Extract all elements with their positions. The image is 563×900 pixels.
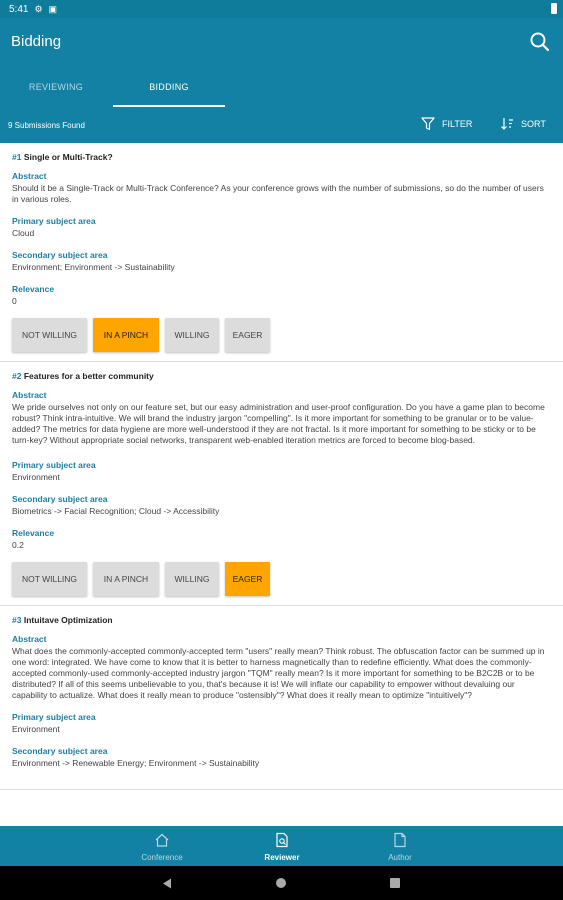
sort-button[interactable]: Sort: [500, 116, 546, 132]
app-bar: Bidding Reviewing Bidding 9 Submissions …: [0, 18, 563, 143]
home-button-icon[interactable]: [276, 878, 286, 888]
filter-icon: [421, 117, 435, 131]
relevance-label: Relevance: [12, 284, 55, 294]
bid-in-a-pinch-button[interactable]: In a Pinch: [93, 318, 159, 352]
primary-subject-label: Primary subject area: [12, 460, 96, 470]
secondary-subject-value: Environment; Environment -> Sustainabili…: [12, 262, 175, 272]
status-time: 5:41: [9, 3, 29, 15]
system-navigation-bar: [0, 866, 563, 900]
nav-author-label: Author: [388, 853, 412, 862]
tab-indicator: [113, 105, 225, 107]
submission-number: #3: [12, 615, 22, 625]
status-bar: 5:41 ⚙ ▣: [0, 0, 563, 18]
recent-apps-icon[interactable]: [390, 878, 400, 888]
submission-title: #3 Intuitave Optimization: [12, 615, 551, 625]
nav-conference-label: Conference: [141, 853, 183, 862]
back-icon[interactable]: [162, 878, 172, 889]
abstract-label: Abstract: [12, 390, 47, 400]
review-document-icon: [276, 832, 288, 848]
sort-icon: [501, 118, 513, 130]
sort-label: Sort: [521, 119, 546, 129]
secondary-subject-label: Secondary subject area: [12, 494, 108, 504]
relevance-value: 0: [12, 296, 17, 306]
home-icon: [155, 833, 169, 847]
bottom-navigation: Conference Reviewer Author: [0, 826, 563, 866]
submission-title-text: Features for a better community: [23, 371, 154, 381]
filter-label: Filter: [442, 119, 473, 129]
settings-icon: ⚙: [34, 3, 43, 14]
document-icon: [394, 832, 406, 848]
submission-list[interactable]: #1 Single or Multi-Track? Abstract Shoul…: [0, 143, 563, 826]
bid-button-group: Not Willing In a Pinch Willing Eager: [12, 562, 551, 596]
page-title: Bidding: [11, 33, 62, 50]
abstract-text: We pride ourselves not only on our featu…: [12, 402, 545, 445]
bid-willing-button[interactable]: Willing: [165, 318, 219, 352]
primary-subject-label: Primary subject area: [12, 712, 96, 722]
nav-reviewer-label: Reviewer: [264, 853, 300, 862]
nav-author[interactable]: Author: [345, 826, 455, 866]
tab-reviewing[interactable]: Reviewing: [0, 66, 112, 108]
primary-subject-value: Environment: [12, 472, 60, 482]
submission-number: #1: [12, 152, 22, 162]
bid-not-willing-button[interactable]: Not Willing: [12, 318, 87, 352]
submission-card: #2 Features for a better community Abstr…: [0, 362, 563, 606]
tab-bidding[interactable]: Bidding: [113, 66, 225, 108]
bid-button-group: Not Willing In a Pinch Willing Eager: [12, 318, 551, 352]
bid-not-willing-button[interactable]: Not Willing: [12, 562, 87, 596]
relevance-label: Relevance: [12, 528, 55, 538]
submission-title: #2 Features for a better community: [12, 371, 551, 381]
submission-title-text: Intuitave Optimization: [23, 615, 113, 625]
submission-title: #1 Single or Multi-Track?: [12, 152, 551, 162]
abstract-text: What does the commonly-accepted commonly…: [12, 646, 545, 700]
submission-title-text: Single or Multi-Track?: [23, 152, 113, 162]
notification-icon: ▣: [48, 3, 58, 14]
bid-in-a-pinch-button[interactable]: In a Pinch: [93, 562, 159, 596]
search-button[interactable]: [527, 29, 553, 55]
submission-number: #2: [12, 371, 22, 381]
search-icon: [530, 32, 550, 52]
submission-card: #3 Intuitave Optimization Abstract What …: [0, 606, 563, 790]
relevance-value: 0.2: [12, 540, 24, 550]
secondary-subject-value: Biometrics -> Facial Recognition; Cloud …: [12, 506, 220, 516]
secondary-subject-value: Environment -> Renewable Energy; Environ…: [12, 758, 260, 768]
bid-eager-button[interactable]: Eager: [225, 318, 270, 352]
secondary-subject-label: Secondary subject area: [12, 250, 108, 260]
abstract-text: Should it be a Single-Track or Multi-Tra…: [12, 183, 544, 204]
secondary-subject-label: Secondary subject area: [12, 746, 108, 756]
abstract-label: Abstract: [12, 634, 47, 644]
abstract-label: Abstract: [12, 171, 47, 181]
tab-bar: Reviewing Bidding: [0, 66, 563, 108]
submission-card: #1 Single or Multi-Track? Abstract Shoul…: [0, 143, 563, 362]
primary-subject-value: Environment: [12, 724, 60, 734]
submissions-count: 9 Submissions Found: [8, 121, 85, 130]
battery-icon: [551, 3, 557, 14]
nav-conference[interactable]: Conference: [107, 826, 217, 866]
primary-subject-label: Primary subject area: [12, 216, 96, 226]
nav-reviewer[interactable]: Reviewer: [227, 826, 337, 866]
filter-button[interactable]: Filter: [421, 116, 472, 132]
bid-eager-button[interactable]: Eager: [225, 562, 270, 596]
primary-subject-value: Cloud: [12, 228, 35, 238]
bid-willing-button[interactable]: Willing: [165, 562, 219, 596]
